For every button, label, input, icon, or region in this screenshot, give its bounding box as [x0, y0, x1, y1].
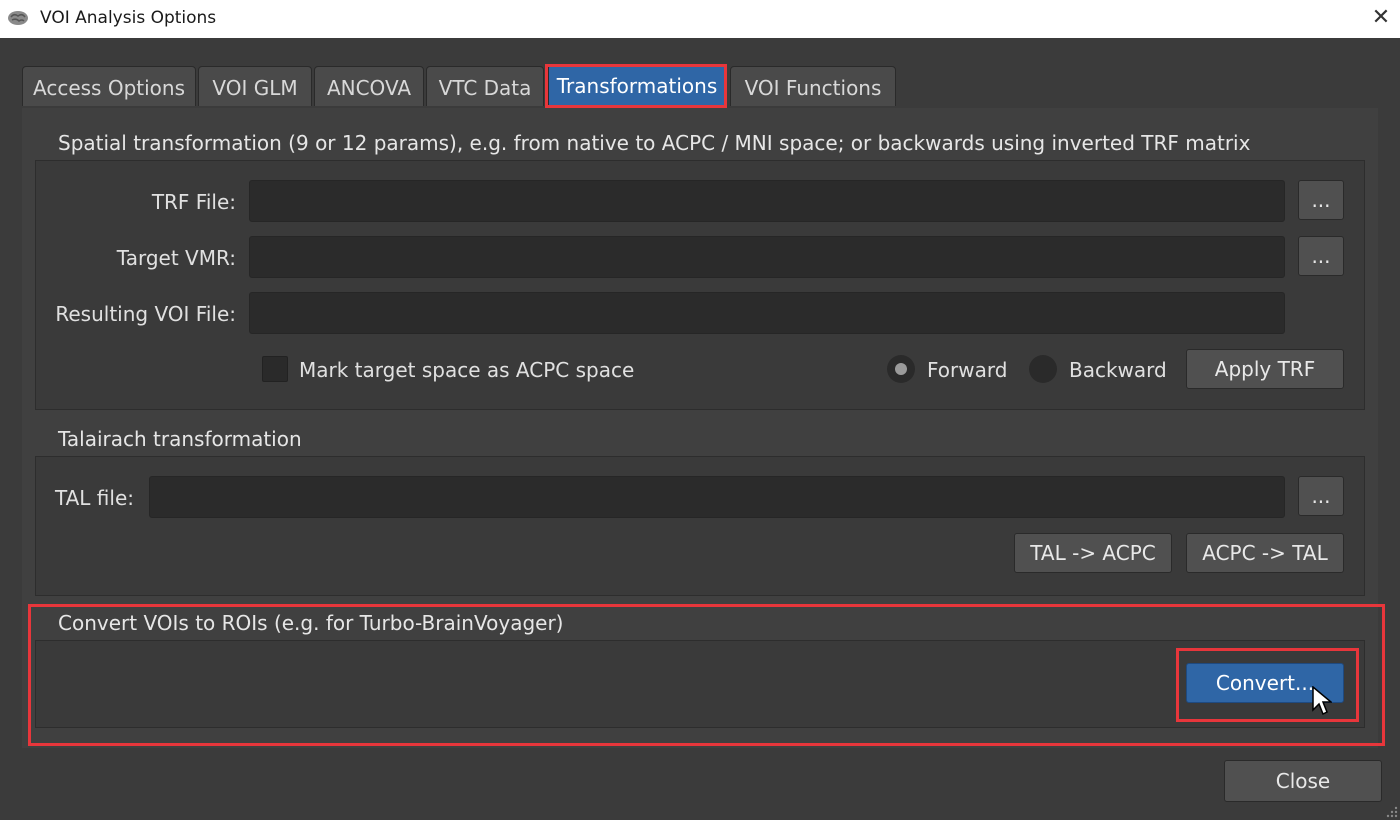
tab-vtc-data[interactable]: VTC Data — [426, 66, 544, 106]
acpc-space-checkbox[interactable] — [262, 356, 288, 382]
tal-file-label: TAL file: — [54, 486, 134, 510]
target-vmr-label: Target VMR: — [116, 246, 236, 270]
tab-voi-functions[interactable]: VOI Functions — [730, 66, 896, 106]
apply-trf-button[interactable]: Apply TRF — [1186, 349, 1344, 389]
tal-to-acpc-button[interactable]: TAL -> ACPC — [1014, 533, 1172, 573]
tal-file-input[interactable] — [149, 476, 1285, 518]
mouse-cursor-icon — [1312, 686, 1332, 716]
trf-browse-button[interactable]: ... — [1298, 180, 1344, 220]
acpc-to-tal-button[interactable]: ACPC -> TAL — [1186, 533, 1344, 573]
resulting-voi-input[interactable] — [249, 292, 1285, 334]
tab-access-options[interactable]: Access Options — [22, 66, 196, 106]
convert-section-title: Convert VOIs to ROIs (e.g. for Turbo-Bra… — [58, 611, 564, 635]
spatial-section-title: Spatial transformation (9 or 12 params),… — [58, 131, 1251, 155]
resulting-voi-label: Resulting VOI File: — [55, 302, 236, 326]
window-title: VOI Analysis Options — [40, 8, 217, 28]
forward-label: Forward — [927, 358, 1008, 382]
forward-radio[interactable] — [887, 355, 915, 383]
brain-icon — [8, 11, 28, 25]
tal-browse-button[interactable]: ... — [1298, 476, 1344, 516]
tab-transformations[interactable]: Transformations — [548, 64, 726, 106]
talairach-section-title: Talairach transformation — [58, 427, 302, 451]
acpc-space-label: Mark target space as ACPC space — [299, 358, 635, 382]
trf-file-input[interactable] — [249, 180, 1285, 222]
convert-group — [35, 640, 1365, 728]
window-close-icon[interactable]: ✕ — [1366, 4, 1396, 32]
backward-label: Backward — [1069, 358, 1167, 382]
backward-radio[interactable] — [1029, 355, 1057, 383]
tab-ancova[interactable]: ANCOVA — [314, 66, 424, 106]
trf-file-label: TRF File: — [151, 190, 236, 214]
title-bar: VOI Analysis Options ✕ — [0, 0, 1400, 38]
target-vmr-input[interactable] — [249, 236, 1285, 278]
close-button[interactable]: Close — [1224, 760, 1382, 802]
tab-voi-glm[interactable]: VOI GLM — [198, 66, 312, 106]
resize-grip-icon[interactable] — [1386, 806, 1398, 818]
target-vmr-browse-button[interactable]: ... — [1298, 236, 1344, 276]
